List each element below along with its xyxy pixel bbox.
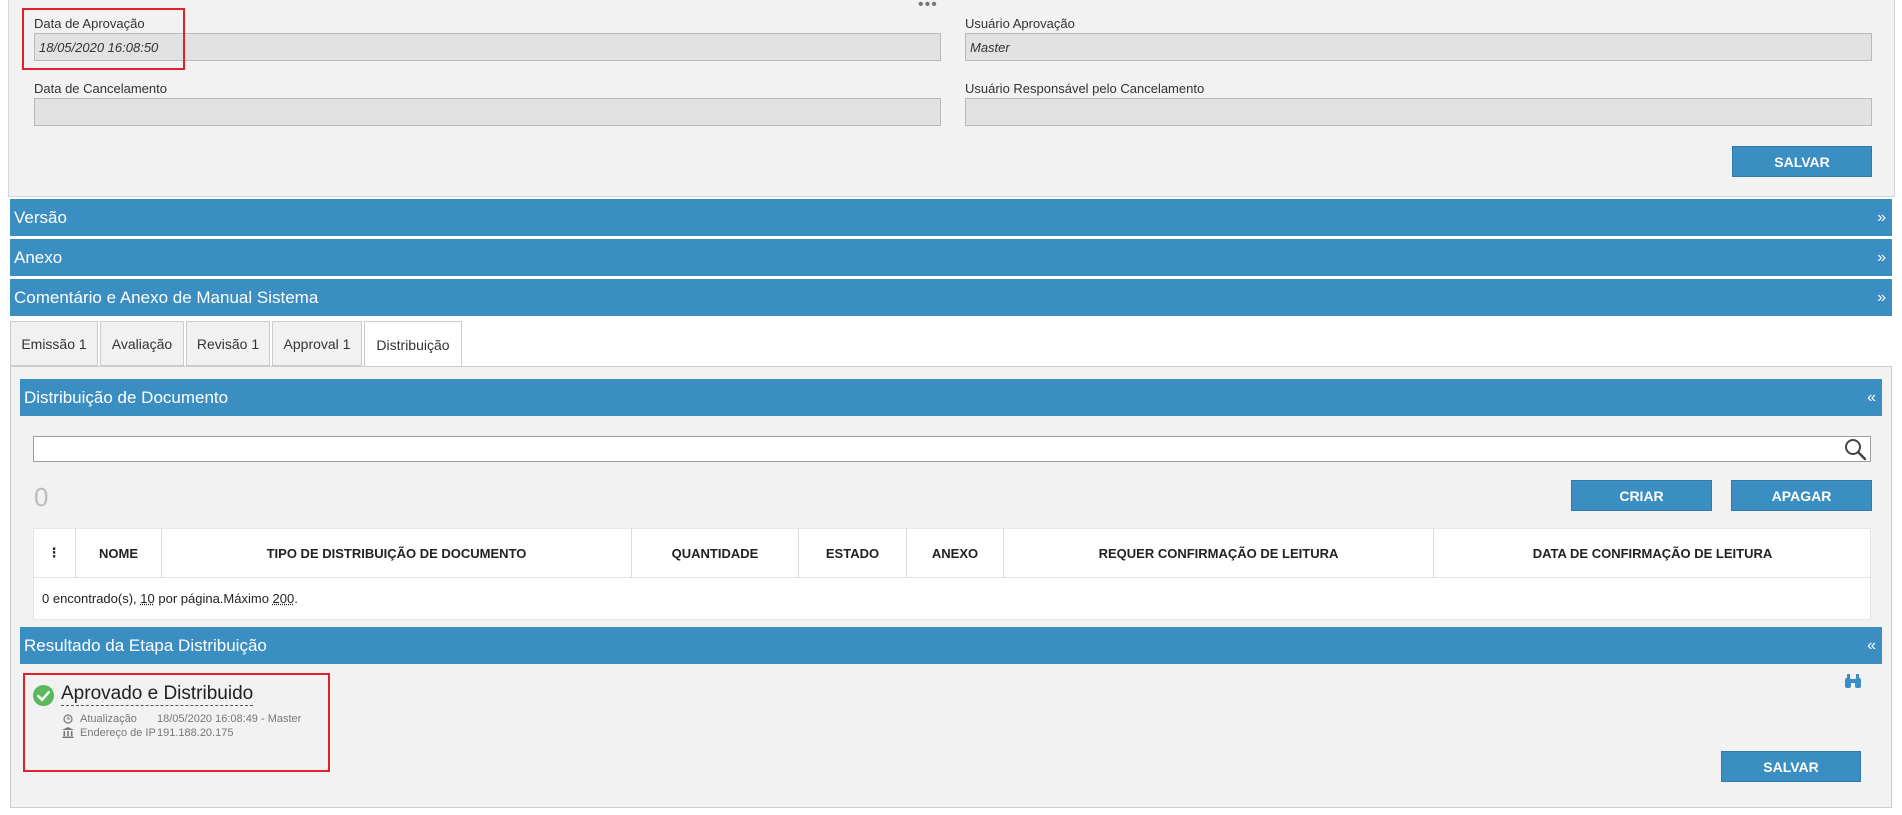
section-versao-label: Versão bbox=[14, 207, 67, 227]
section-anexo[interactable]: Anexo » bbox=[10, 239, 1892, 276]
column-menu-icon[interactable]: ⋮ bbox=[33, 528, 76, 578]
tab-avaliacao[interactable]: Avaliação bbox=[100, 321, 184, 366]
record-count: 0 bbox=[34, 482, 49, 512]
binoculars-icon[interactable] bbox=[1844, 673, 1862, 689]
cancel-user-label: Usuário Responsável pelo Cancelamento bbox=[965, 81, 1205, 96]
cancel-date-label: Data de Cancelamento bbox=[34, 81, 167, 96]
chevron-right-icon: » bbox=[1877, 248, 1886, 266]
column-header-requer-confirmacao[interactable]: REQUER CONFIRMAÇÃO DE LEITURA bbox=[1004, 528, 1434, 578]
column-header-estado[interactable]: ESTADO bbox=[799, 528, 907, 578]
section-versao[interactable]: Versão » bbox=[10, 199, 1892, 236]
tab-approval-1[interactable]: Approval 1 bbox=[272, 321, 362, 366]
result-save-button[interactable]: SALVAR bbox=[1721, 751, 1861, 782]
highlight-box-approval-date bbox=[22, 8, 185, 70]
create-button[interactable]: CRIAR bbox=[1571, 480, 1712, 511]
chevron-right-icon: » bbox=[1877, 288, 1886, 306]
tab-revisao-1[interactable]: Revisão 1 bbox=[186, 321, 270, 366]
result-section-title: Resultado da Etapa Distribuição bbox=[24, 635, 267, 655]
chevron-left-icon: « bbox=[1867, 388, 1876, 406]
footer-found-text: 0 encontrado(s), bbox=[42, 591, 141, 606]
distribution-section-title: Distribuição de Documento bbox=[24, 387, 229, 407]
chevron-left-icon: « bbox=[1867, 636, 1876, 654]
cancel-date-field[interactable] bbox=[34, 98, 941, 126]
per-page-link[interactable]: 10 bbox=[140, 591, 154, 606]
column-header-data-confirmacao[interactable]: DATA DE CONFIRMAÇÃO DE LEITURA bbox=[1434, 528, 1871, 578]
save-button[interactable]: SALVAR bbox=[1732, 146, 1872, 177]
drag-handle-icon[interactable]: ••• bbox=[918, 0, 938, 14]
tab-emissao-1[interactable]: Emissão 1 bbox=[10, 321, 98, 366]
search-input[interactable] bbox=[33, 436, 1871, 462]
column-header-anexo[interactable]: ANEXO bbox=[907, 528, 1004, 578]
distribution-section-header[interactable]: Distribuição de Documento « bbox=[20, 379, 1882, 416]
result-section-header[interactable]: Resultado da Etapa Distribuição « bbox=[20, 627, 1882, 664]
section-anexo-label: Anexo bbox=[14, 247, 63, 267]
highlight-box-result bbox=[23, 673, 330, 772]
approval-user-field[interactable]: Master bbox=[965, 33, 1872, 61]
approval-user-label: Usuário Aprovação bbox=[965, 16, 1075, 31]
column-header-quantidade[interactable]: QUANTIDADE bbox=[632, 528, 799, 578]
footer-per-page-text: por página.Máximo bbox=[154, 591, 273, 606]
column-header-nome[interactable]: NOME bbox=[76, 528, 162, 578]
footer-end: . bbox=[294, 591, 298, 606]
table-footer: 0 encontrado(s), 10 por página.Máximo 20… bbox=[42, 591, 298, 606]
search-icon[interactable] bbox=[1843, 437, 1867, 461]
max-link[interactable]: 200 bbox=[273, 591, 295, 606]
delete-button[interactable]: APAGAR bbox=[1731, 480, 1872, 511]
section-comentario[interactable]: Comentário e Anexo de Manual Sistema » bbox=[10, 279, 1892, 316]
table-divider bbox=[33, 577, 1871, 578]
section-comentario-label: Comentário e Anexo de Manual Sistema bbox=[14, 287, 319, 307]
chevron-right-icon: » bbox=[1877, 208, 1886, 226]
cancel-user-field[interactable] bbox=[965, 98, 1872, 126]
column-header-tipo[interactable]: TIPO DE DISTRIBUIÇÃO DE DOCUMENTO bbox=[162, 528, 632, 578]
tab-distribuicao[interactable]: Distribuição bbox=[364, 321, 462, 368]
page: ••• Data de Aprovação 18/05/2020 16:08:5… bbox=[0, 0, 1902, 815]
